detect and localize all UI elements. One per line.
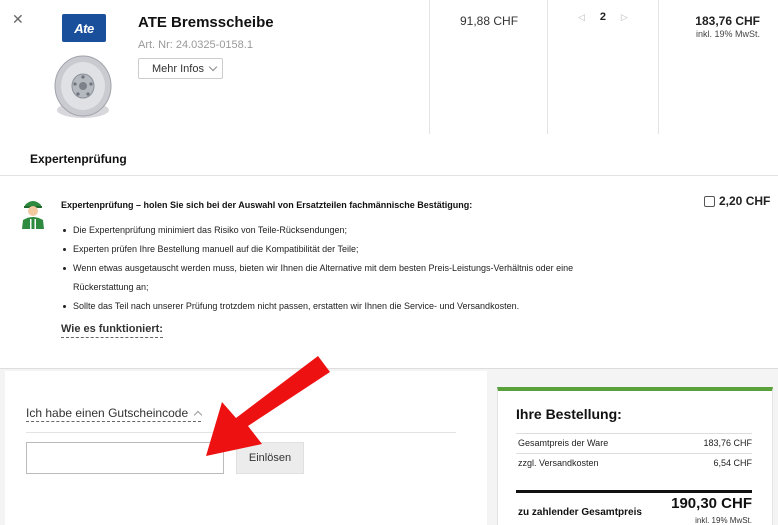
- redeem-button[interactable]: Einlösen: [236, 442, 304, 474]
- column-divider: [547, 0, 548, 134]
- divider: [26, 432, 456, 433]
- divider: [0, 175, 778, 176]
- line-total: 183,76 CHF inkl. 19% MwSt.: [695, 14, 760, 39]
- unit-price: 91,88 CHF: [460, 14, 519, 28]
- expert-check-checkbox[interactable]: 2,20 CHF: [704, 194, 770, 208]
- more-info-label: Mehr Infos: [152, 62, 204, 75]
- grand-total-value: 190,30 CHF: [671, 495, 752, 512]
- list-item: Sollte das Teil nach unserer Prüfung tro…: [61, 297, 681, 316]
- checkbox-icon[interactable]: [704, 195, 715, 207]
- column-divider: [429, 0, 430, 134]
- divider: [516, 490, 752, 493]
- how-it-works-link[interactable]: Wie es funktioniert:: [61, 323, 163, 338]
- article-number: Art. Nr: 24.0325-0158.1: [138, 39, 253, 51]
- list-item-continuation: Rückerstattung an;: [73, 282, 149, 292]
- coupon-code-input[interactable]: [26, 442, 224, 474]
- quantity-stepper[interactable]: ◁ 2 ▷: [578, 11, 628, 23]
- goods-price-value: 183,76 CHF: [703, 438, 752, 448]
- divider: [516, 453, 752, 454]
- brake-disc-image: [54, 55, 112, 118]
- chevron-down-icon: [208, 62, 218, 72]
- close-icon[interactable]: ✕: [12, 12, 24, 26]
- goods-price-label: Gesamtpreis der Ware: [518, 438, 609, 448]
- expert-check-price: 2,20 CHF: [719, 194, 771, 208]
- quantity-value[interactable]: 2: [597, 11, 609, 23]
- grand-total-vat: inkl. 19% MwSt.: [695, 516, 752, 525]
- ate-logo-text: Ate: [74, 20, 94, 36]
- shipping-value: 6,54 CHF: [713, 458, 752, 468]
- grand-total-label: zu zahlender Gesamtpreis: [518, 507, 642, 518]
- list-item: Wenn etwas ausgetauscht werden muss, bie…: [61, 259, 681, 278]
- divider: [516, 433, 752, 434]
- goods-price-row: Gesamtpreis der Ware 183,76 CHF: [518, 438, 752, 448]
- decrease-arrow-icon[interactable]: ◁: [578, 12, 585, 23]
- increase-arrow-icon[interactable]: ▷: [621, 12, 628, 23]
- coupon-toggle[interactable]: Ich habe einen Gutscheincode: [26, 406, 203, 422]
- expert-check-heading: Expertenprüfung: [30, 152, 127, 166]
- chevron-up-icon: [193, 410, 203, 420]
- line-total-amount: 183,76 CHF: [695, 14, 760, 28]
- list-item: Experten prüfen Ihre Bestellung manuell …: [61, 240, 681, 259]
- shipping-label: zzgl. Versandkosten: [518, 458, 599, 468]
- more-info-button[interactable]: Mehr Infos: [138, 58, 223, 79]
- expert-check-list: Die Expertenprüfung minimiert das Risiko…: [61, 221, 681, 316]
- expert-check-intro: Expertenprüfung – holen Sie sich bei der…: [61, 200, 473, 210]
- list-item: Die Expertenprüfung minimiert das Risiko…: [61, 221, 681, 240]
- mechanic-icon: [22, 201, 44, 229]
- product-title[interactable]: ATE Bremsscheibe: [138, 14, 274, 31]
- column-divider: [658, 0, 659, 134]
- order-summary-title: Ihre Bestellung:: [516, 406, 622, 422]
- coupon-toggle-label: Ich habe einen Gutscheincode: [26, 406, 189, 420]
- order-summary: Ihre Bestellung: Gesamtpreis der Ware 18…: [497, 387, 773, 525]
- line-total-vat: inkl. 19% MwSt.: [695, 29, 760, 39]
- shipping-row: zzgl. Versandkosten 6,54 CHF: [518, 458, 752, 468]
- ate-logo: Ate: [62, 14, 106, 42]
